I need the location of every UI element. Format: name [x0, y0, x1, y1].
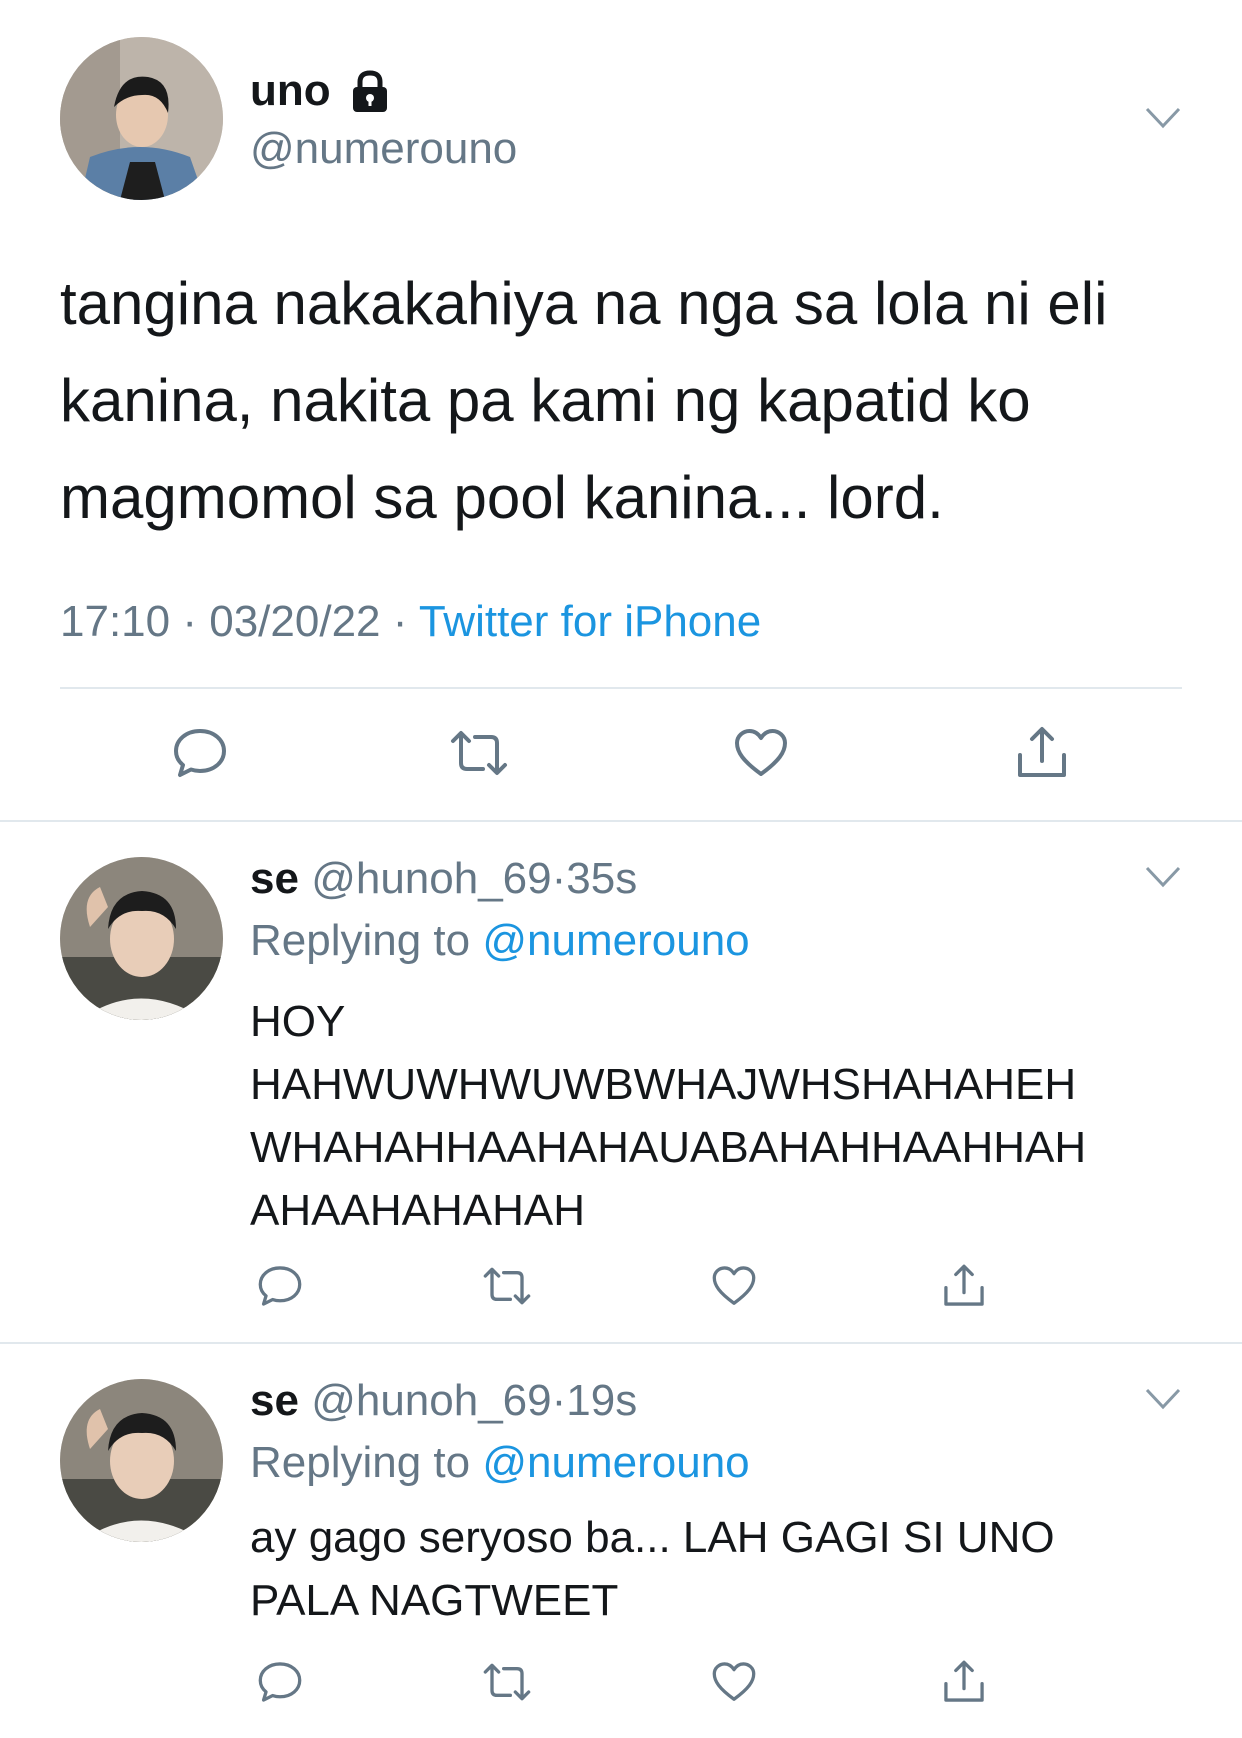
reply-icon [258, 1266, 302, 1306]
reply-text: HOY HAHWUWHWUWBWHAJWHSHAHAHEH WHAHAHHAAH… [250, 990, 1086, 1242]
reply-icon [258, 1662, 302, 1702]
divider [0, 1342, 1242, 1344]
chevron-down-icon[interactable] [1145, 1388, 1181, 1410]
reply-text-line: AHAAHAHAHAH [250, 1186, 585, 1235]
tweet-text-line: tangina nakakahiya na nga sa lola ni eli [60, 270, 1108, 337]
reply-age: 19s [566, 1376, 638, 1425]
author-handle[interactable]: @hunoh_69 [311, 854, 551, 903]
reply-text-line: PALA NAGTWEET [250, 1576, 619, 1625]
reply-button[interactable] [170, 723, 230, 783]
avatar-se[interactable] [60, 857, 223, 1020]
display-name[interactable]: se [250, 854, 299, 903]
reply-text: ay gago seryoso ba... LAH GAGI SI UNO PA… [250, 1506, 1055, 1632]
retweet-icon [483, 1267, 531, 1305]
tweet-text-line: magmomol sa pool kanina... lord. [60, 464, 944, 531]
tweet-time: 17:10 [60, 597, 171, 646]
share-icon [944, 1660, 984, 1702]
reply-header: se @hunoh_69·19s [250, 1374, 637, 1428]
share-icon [944, 1264, 984, 1306]
reply-header: se @hunoh_69·35s [250, 852, 637, 906]
like-button[interactable] [704, 1256, 764, 1316]
chevron-down-icon[interactable] [1145, 107, 1181, 129]
reply-text-line: WHAHAHHAAHAHAUABAHAHHAAHHAH [250, 1123, 1087, 1172]
divider [0, 820, 1242, 822]
avatar-uno[interactable] [60, 37, 223, 200]
share-button[interactable] [1012, 723, 1072, 783]
reply-text-line: HAHWUWHWUWBWHAJWHSHAHAHEH [250, 1060, 1077, 1109]
heart-icon [712, 1266, 756, 1305]
reply-text-line: HOY [250, 997, 346, 1046]
heart-icon [712, 1662, 756, 1701]
heart-icon [735, 729, 787, 776]
replying-label: Replying to [250, 916, 471, 965]
meta-separator: · [551, 1376, 567, 1425]
author-handle[interactable]: @numerouno [250, 122, 517, 176]
chevron-down-icon[interactable] [1145, 866, 1181, 888]
display-name[interactable]: uno [250, 66, 331, 115]
retweet-icon [451, 731, 507, 775]
like-button[interactable] [704, 1652, 764, 1712]
meta-separator: · [182, 597, 197, 646]
meta-separator: · [551, 854, 567, 903]
avatar-se[interactable] [60, 1379, 223, 1542]
tweet-text: tangina nakakahiya na nga sa lola ni eli… [60, 255, 1107, 546]
replying-to: Replying to @numerouno [250, 1436, 750, 1490]
replying-to-link[interactable]: @numerouno [482, 1438, 749, 1487]
reply-age: 35s [566, 854, 638, 903]
display-name[interactable]: se [250, 1376, 299, 1425]
replying-label: Replying to [250, 1438, 471, 1487]
share-button[interactable] [934, 1652, 994, 1712]
replying-to-link[interactable]: @numerouno [482, 916, 749, 965]
retweet-button[interactable] [449, 723, 509, 783]
like-button[interactable] [731, 723, 791, 783]
share-icon [1018, 727, 1066, 777]
author-name[interactable]: uno [250, 66, 331, 116]
tweet-text-line: kanina, nakita pa kami ng kapatid ko [60, 367, 1031, 434]
reply-icon [174, 729, 226, 777]
tweet-date: 03/20/22 [209, 597, 381, 646]
replying-to: Replying to @numerouno [250, 914, 750, 968]
author-handle[interactable]: @hunoh_69 [311, 1376, 551, 1425]
tweet-source-link[interactable]: Twitter for iPhone [419, 597, 761, 646]
retweet-button[interactable] [477, 1652, 537, 1712]
tweet-meta: 17:10 · 03/20/22 · Twitter for iPhone [60, 594, 761, 650]
retweet-button[interactable] [477, 1256, 537, 1316]
divider [60, 687, 1182, 689]
reply-button[interactable] [250, 1256, 310, 1316]
reply-text-line: ay gago seryoso ba... LAH GAGI SI UNO [250, 1513, 1055, 1562]
meta-separator: · [392, 597, 408, 646]
lock-icon [350, 70, 390, 114]
share-button[interactable] [934, 1256, 994, 1316]
retweet-icon [483, 1663, 531, 1701]
reply-button[interactable] [250, 1652, 310, 1712]
